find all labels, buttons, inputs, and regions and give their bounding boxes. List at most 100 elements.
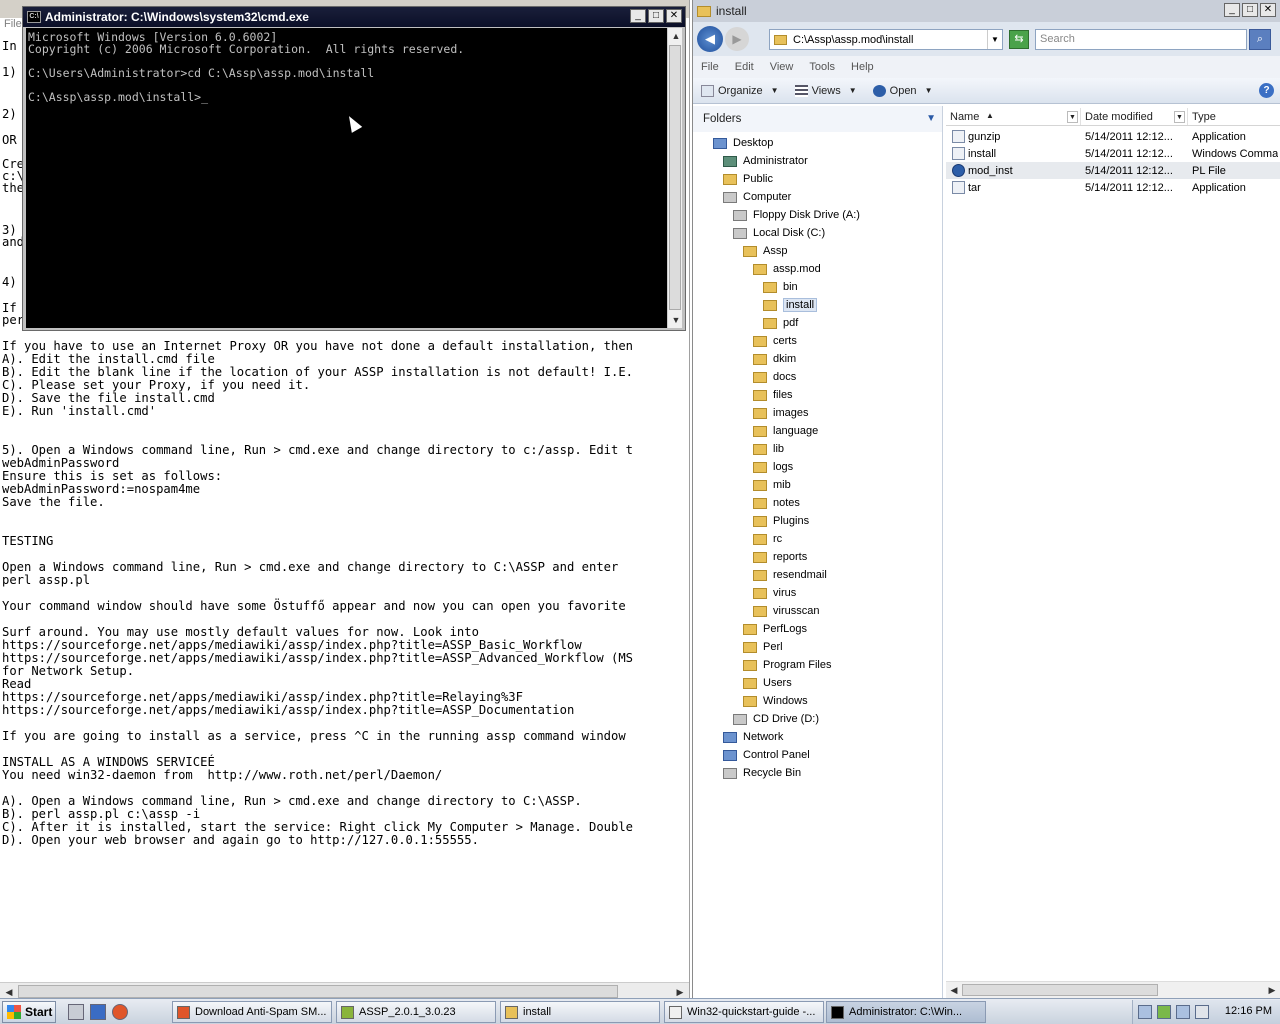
- close-button[interactable]: ✕: [1260, 3, 1276, 17]
- scroll-down-arrow-icon[interactable]: ▼: [668, 312, 684, 328]
- column-name[interactable]: Name ▲ ▼: [946, 108, 1081, 125]
- maximize-button[interactable]: □: [648, 9, 664, 23]
- tree-item-virus[interactable]: virus: [753, 584, 796, 602]
- explorer-window[interactable]: install _ □ ✕ ◀ ▶ C:\Assp\assp.mod\insta…: [692, 0, 1280, 998]
- tree-item-docs[interactable]: docs: [753, 368, 796, 386]
- search-icon[interactable]: ⌕: [1249, 29, 1271, 50]
- scroll-thumb[interactable]: [18, 985, 618, 998]
- server-manager-icon[interactable]: [68, 1003, 84, 1020]
- minimize-button[interactable]: _: [630, 9, 646, 23]
- clock[interactable]: 12:16 PM: [1225, 1005, 1272, 1017]
- tree-item-network[interactable]: Network: [723, 728, 783, 746]
- firefox-icon[interactable]: [112, 1003, 128, 1020]
- tree-item-language[interactable]: language: [753, 422, 818, 440]
- maximize-button[interactable]: □: [1242, 3, 1258, 17]
- menu-edit[interactable]: Edit: [727, 61, 762, 73]
- tree-item-pdf[interactable]: pdf: [763, 314, 798, 332]
- explorer-title-bar[interactable]: install: [693, 0, 1280, 22]
- notepad-menu-file[interactable]: File: [4, 18, 22, 30]
- tree-item-lib[interactable]: lib: [753, 440, 784, 458]
- menu-tools[interactable]: Tools: [801, 61, 843, 73]
- tree-item-control-panel[interactable]: Control Panel: [723, 746, 810, 764]
- back-arrow-icon[interactable]: ◀: [697, 26, 723, 52]
- tree-item-users[interactable]: Users: [743, 674, 792, 692]
- file-row[interactable]: tar 5/14/2011 12:12... Application: [946, 179, 1280, 196]
- start-button[interactable]: Start: [2, 1000, 56, 1023]
- cmd-window[interactable]: C:\ Administrator: C:\Windows\system32\c…: [22, 6, 686, 331]
- tree-item-reports[interactable]: reports: [753, 548, 807, 566]
- tree-item-computer[interactable]: Computer: [723, 188, 791, 206]
- show-desktop-icon[interactable]: [90, 1003, 106, 1020]
- menu-file[interactable]: File: [693, 61, 727, 73]
- scroll-up-arrow-icon[interactable]: ▲: [668, 28, 684, 44]
- file-row[interactable]: install 5/14/2011 12:12... Windows Comma: [946, 145, 1280, 162]
- tree-item-plugins[interactable]: Plugins: [753, 512, 809, 530]
- tree-item-bin[interactable]: bin: [763, 278, 798, 296]
- connection-icon[interactable]: [1176, 1005, 1190, 1019]
- column-type[interactable]: Type: [1188, 108, 1278, 125]
- scroll-right-arrow-icon[interactable]: ▶: [1264, 982, 1280, 998]
- minimize-button[interactable]: _: [1224, 3, 1240, 17]
- files-horizontal-scrollbar[interactable]: ◀ ▶: [946, 981, 1280, 998]
- tree-item-program-files[interactable]: Program Files: [743, 656, 831, 674]
- folders-header[interactable]: Folders ▼: [693, 106, 942, 132]
- taskbar-button[interactable]: Win32-quickstart-guide -...: [664, 1001, 824, 1023]
- tree-item-mib[interactable]: mib: [753, 476, 791, 494]
- tree-item-virusscan[interactable]: virusscan: [753, 602, 819, 620]
- open-button[interactable]: Open ▼: [865, 84, 941, 97]
- volume-icon[interactable]: [1195, 1005, 1209, 1019]
- scroll-left-arrow-icon[interactable]: ◀: [946, 982, 962, 998]
- cmd-console[interactable]: Microsoft Windows [Version 6.0.6002] Copy…: [26, 28, 668, 328]
- close-button[interactable]: ✕: [666, 9, 682, 23]
- chevron-down-icon[interactable]: ▼: [925, 86, 933, 95]
- taskbar-button[interactable]: ASSP_2.0.1_3.0.23: [336, 1001, 496, 1023]
- menu-help[interactable]: Help: [843, 61, 882, 73]
- tree-item-logs[interactable]: logs: [753, 458, 793, 476]
- tree-item-files[interactable]: files: [753, 386, 793, 404]
- tree-item-recycle-bin[interactable]: Recycle Bin: [723, 764, 801, 782]
- organize-button[interactable]: Organize ▼: [693, 84, 787, 97]
- security-icon[interactable]: [1157, 1005, 1171, 1019]
- network-icon[interactable]: [1138, 1005, 1152, 1019]
- file-row[interactable]: gunzip 5/14/2011 12:12... Application: [946, 128, 1280, 145]
- tree-item-public[interactable]: Public: [723, 170, 773, 188]
- refresh-icon[interactable]: ⇆: [1009, 30, 1029, 49]
- tree-item-assp[interactable]: Assp: [743, 242, 787, 260]
- tree-item-certs[interactable]: certs: [753, 332, 797, 350]
- column-date-modified[interactable]: Date modified ▼: [1081, 108, 1188, 125]
- tree-item-images[interactable]: images: [753, 404, 808, 422]
- tree-item-cd-drive-d[interactable]: CD Drive (D:): [733, 710, 819, 728]
- forward-arrow-icon[interactable]: ▶: [725, 27, 749, 51]
- folder-icon: [753, 551, 767, 563]
- taskbar-button[interactable]: install: [500, 1001, 660, 1023]
- scroll-thumb[interactable]: [962, 984, 1158, 996]
- help-icon[interactable]: ?: [1259, 83, 1274, 98]
- menu-view[interactable]: View: [762, 61, 802, 73]
- taskbar-button[interactable]: Administrator: C:\Win...: [826, 1001, 986, 1023]
- chevron-down-icon[interactable]: ▼: [926, 113, 936, 124]
- search-input[interactable]: Search: [1035, 29, 1247, 50]
- chevron-down-icon[interactable]: ▼: [1174, 111, 1185, 123]
- tree-item-dkim[interactable]: dkim: [753, 350, 796, 368]
- cmd-title-bar[interactable]: C:\ Administrator: C:\Windows\system32\c…: [23, 7, 685, 27]
- tree-item-local-disk-c[interactable]: Local Disk (C:): [733, 224, 825, 242]
- tree-item-perl[interactable]: Perl: [743, 638, 783, 656]
- tree-item-desktop[interactable]: Desktop: [713, 134, 773, 152]
- file-row[interactable]: mod_inst 5/14/2011 12:12... PL File: [946, 162, 1280, 179]
- address-bar[interactable]: C:\Assp\assp.mod\install ▼: [769, 29, 1003, 50]
- views-button[interactable]: Views ▼: [787, 84, 865, 97]
- tree-item-windows[interactable]: Windows: [743, 692, 808, 710]
- tree-item-perflogs[interactable]: PerfLogs: [743, 620, 807, 638]
- tree-item-resendmail[interactable]: resendmail: [753, 566, 827, 584]
- taskbar-button[interactable]: Download Anti-Spam SM...: [172, 1001, 332, 1023]
- cmd-vertical-scrollbar[interactable]: ▲ ▼: [667, 28, 682, 328]
- tree-item-install[interactable]: install: [763, 296, 818, 314]
- chevron-down-icon[interactable]: ▼: [987, 30, 1002, 49]
- tree-item-assp-mod[interactable]: assp.mod: [753, 260, 821, 278]
- tree-item-administrator[interactable]: Administrator: [723, 152, 808, 170]
- tree-item-floppy-disk-drive-a[interactable]: Floppy Disk Drive (A:): [733, 206, 860, 224]
- tree-item-rc[interactable]: rc: [753, 530, 782, 548]
- chevron-down-icon[interactable]: ▼: [1067, 111, 1078, 123]
- scroll-thumb[interactable]: [669, 45, 681, 310]
- tree-item-notes[interactable]: notes: [753, 494, 800, 512]
